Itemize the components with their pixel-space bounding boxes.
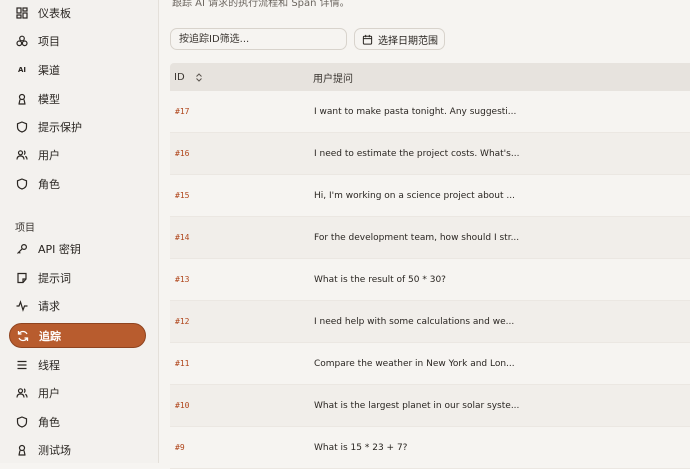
sidebar-item-label: 角色: [38, 415, 60, 429]
sidebar-item-label: 角色: [38, 177, 60, 191]
sidebar-item-models[interactable]: 模型: [9, 86, 146, 111]
sidebar-item-traces[interactable]: 追踪: [9, 323, 146, 348]
sidebar-item-label: 线程: [38, 358, 60, 372]
sidebar-item-label: 追踪: [39, 329, 61, 343]
date-range-label: 选择日期范围: [378, 35, 438, 47]
table-header: ID 用户提问: [170, 63, 690, 91]
trace-icon: [16, 329, 30, 343]
sidebar-item-label: 用户: [38, 386, 60, 400]
user-question: I need to estimate the project costs. Wh…: [314, 148, 520, 159]
sidebar-item-label: 提示词: [38, 271, 71, 285]
trace-id[interactable]: #11: [170, 359, 306, 368]
sidebar-item-label: 仪表板: [38, 6, 71, 20]
sidebar-item-dashboard[interactable]: 仪表板: [9, 0, 146, 25]
projects-icon: [15, 34, 29, 48]
playground-icon: [15, 443, 29, 457]
sidebar-item-label: 提示保护: [38, 120, 82, 134]
sidebar-item-label: 请求: [38, 299, 60, 313]
key-icon: [15, 242, 29, 256]
sidebar-item-requests[interactable]: 请求: [9, 293, 146, 318]
model-icon: [15, 92, 29, 106]
sidebar-item-label: 模型: [38, 92, 60, 106]
user-question: Compare the weather in New York and Lon.…: [314, 358, 515, 369]
user-question: I want to make pasta tonight. Any sugges…: [314, 106, 517, 117]
traces-table: ID 用户提问 #17 I want to make pasta tonight.…: [170, 63, 690, 469]
sidebar-item-project-roles[interactable]: 角色: [9, 409, 146, 434]
trace-id[interactable]: #14: [170, 233, 306, 242]
sidebar-item-label: 测试场: [38, 443, 71, 457]
user-question: What is the largest planet in our solar …: [314, 400, 520, 411]
sidebar-item-label: 渠道: [38, 63, 60, 77]
sort-icon[interactable]: [195, 72, 203, 82]
user-question: For the development team, how should I s…: [314, 232, 520, 243]
sidebar: 仪表板 项目 AI 渠道 模型 提示保护 用户 角色 项目 API 密钥 提示词…: [0, 0, 159, 463]
calendar-icon: [362, 34, 373, 45]
trace-id[interactable]: #10: [170, 401, 306, 410]
trace-id[interactable]: #13: [170, 275, 306, 284]
table-row[interactable]: #13 What is the result of 50 * 30?: [170, 259, 690, 301]
table-row[interactable]: #14 For the development team, how should …: [170, 217, 690, 259]
sidebar-item-roles[interactable]: 角色: [9, 171, 146, 196]
sidebar-item-project-users[interactable]: 用户: [9, 380, 146, 405]
section-label-project: 项目: [15, 223, 35, 234]
sidebar-item-label: 项目: [38, 34, 60, 48]
main-content: 跟踪 AI 请求的执行流程和 Span 详情。 选择日期范围 ID 用户提问 #…: [158, 0, 690, 469]
trace-id[interactable]: #17: [170, 107, 306, 116]
sidebar-item-playground[interactable]: 测试场: [9, 437, 146, 462]
ai-channel-icon: AI: [17, 65, 27, 74]
table-body: #17 I want to make pasta tonight. Any sug…: [170, 91, 690, 469]
table-row[interactable]: #12 I need help with some calculations an…: [170, 301, 690, 343]
role-shield-icon: [15, 415, 29, 429]
activity-icon: [15, 299, 29, 313]
sidebar-item-threads[interactable]: 线程: [9, 352, 146, 377]
sidebar-item-projects[interactable]: 项目: [9, 28, 146, 53]
user-question: What is 15 * 23 + 7?: [314, 442, 408, 453]
role-shield-icon: [15, 177, 29, 191]
column-header-question: 用户提问: [313, 73, 353, 85]
users-icon: [15, 148, 29, 162]
table-row[interactable]: #11 Compare the weather in New York and L…: [170, 343, 690, 385]
column-header-id[interactable]: ID: [170, 72, 305, 83]
sidebar-item-users[interactable]: 用户: [9, 142, 146, 167]
page-description: 跟踪 AI 请求的执行流程和 Span 详情。: [172, 0, 350, 9]
user-question: Hi, I'm working on a science project abo…: [314, 190, 515, 201]
table-row[interactable]: #16 I need to estimate the project costs.…: [170, 133, 690, 175]
user-question: What is the result of 50 * 30?: [314, 274, 446, 285]
prompt-icon: [15, 271, 29, 285]
trace-id[interactable]: #9: [170, 443, 306, 452]
sidebar-item-label: API 密钥: [38, 242, 81, 256]
sidebar-item-prompts[interactable]: 提示词: [9, 265, 146, 290]
trace-id[interactable]: #16: [170, 149, 306, 158]
shield-icon: [15, 120, 29, 134]
trace-id-filter-input[interactable]: [170, 28, 347, 50]
trace-id[interactable]: #12: [170, 317, 306, 326]
sidebar-item-label: 用户: [38, 148, 60, 162]
dashboard-icon: [15, 6, 29, 20]
table-row[interactable]: #17 I want to make pasta tonight. Any sug…: [170, 91, 690, 133]
table-row[interactable]: #10 What is the largest planet in our sol…: [170, 385, 690, 427]
table-row[interactable]: #15 Hi, I'm working on a science project …: [170, 175, 690, 217]
date-range-button[interactable]: 选择日期范围: [354, 28, 445, 50]
sidebar-item-channels[interactable]: AI 渠道: [9, 57, 146, 82]
sidebar-item-api-keys[interactable]: API 密钥: [9, 236, 146, 261]
sidebar-item-prompt-protection[interactable]: 提示保护: [9, 114, 146, 139]
users-icon: [15, 386, 29, 400]
user-question: I need help with some calculations and w…: [314, 316, 515, 327]
list-icon: [15, 358, 29, 372]
trace-id[interactable]: #15: [170, 191, 306, 200]
